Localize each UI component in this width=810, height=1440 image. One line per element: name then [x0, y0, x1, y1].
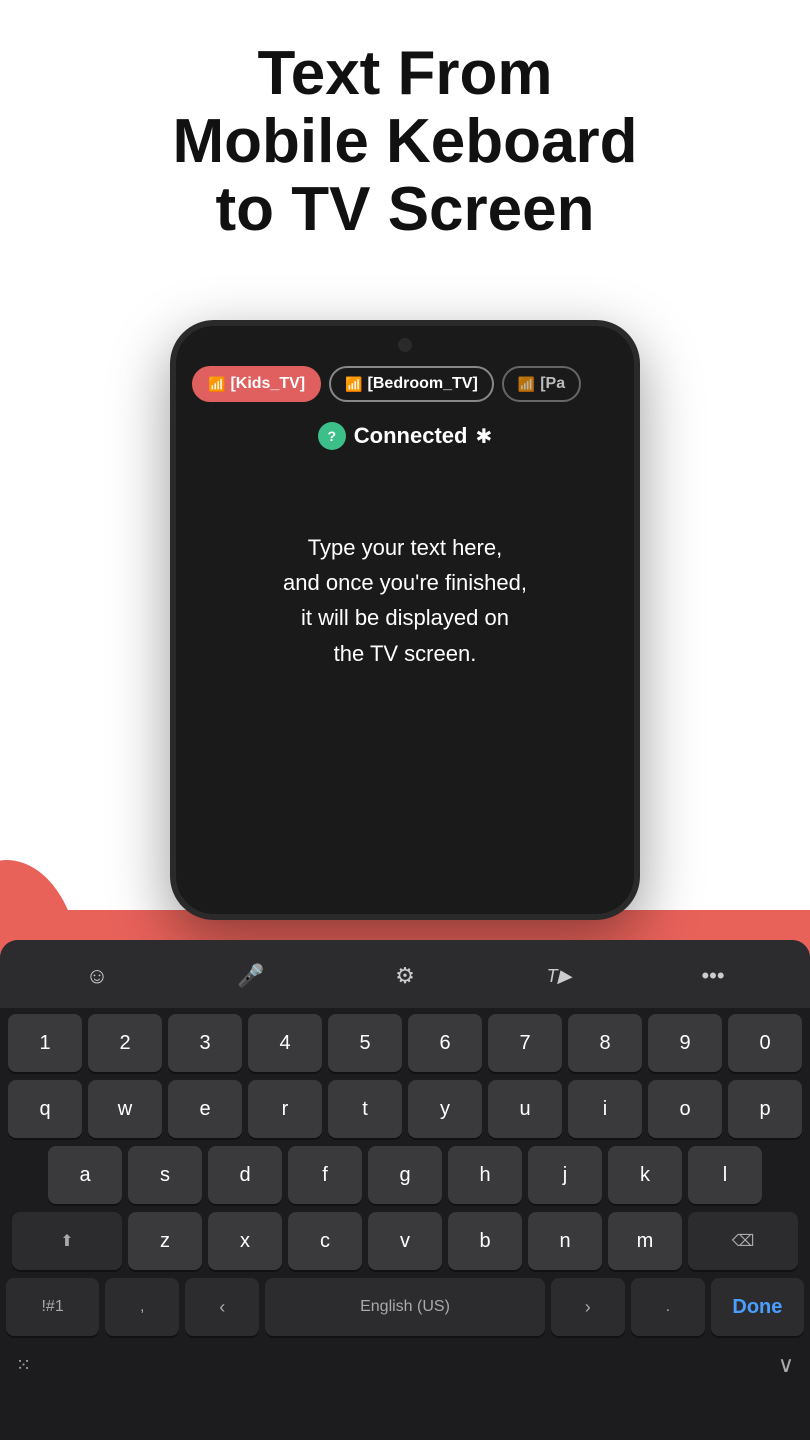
key-h[interactable]: h [448, 1146, 522, 1204]
connected-indicator: ? [318, 422, 346, 450]
backspace-key[interactable]: ⌫ [688, 1212, 798, 1270]
keyboard-toolbar: ☺ 🎤 ⚙ T▶ ••• [0, 940, 810, 1008]
keyboard: ☺ 🎤 ⚙ T▶ ••• 1 2 3 4 5 6 7 8 9 0 q w e r… [0, 940, 810, 1440]
key-1[interactable]: 1 [8, 1014, 82, 1072]
key-b[interactable]: b [448, 1212, 522, 1270]
key-d[interactable]: d [208, 1146, 282, 1204]
key-y[interactable]: y [408, 1080, 482, 1138]
key-p[interactable]: p [728, 1080, 802, 1138]
shift-key[interactable]: ⬆ [12, 1212, 122, 1270]
tab-partial-tv-label: [Pa [540, 375, 565, 393]
wifi-icon-partial: 📶 [518, 376, 535, 393]
text-style-button[interactable]: T▶ [537, 954, 581, 998]
key-v[interactable]: v [368, 1212, 442, 1270]
key-j[interactable]: j [528, 1146, 602, 1204]
grid-icon[interactable]: ⁙ [16, 1355, 31, 1376]
key-q[interactable]: q [8, 1080, 82, 1138]
key-a[interactable]: a [48, 1146, 122, 1204]
key-i[interactable]: i [568, 1080, 642, 1138]
settings-button[interactable]: ⚙ [383, 954, 427, 998]
key-5[interactable]: 5 [328, 1014, 402, 1072]
key-r[interactable]: r [248, 1080, 322, 1138]
key-0[interactable]: 0 [728, 1014, 802, 1072]
key-e[interactable]: e [168, 1080, 242, 1138]
chevron-right-key[interactable]: › [551, 1278, 625, 1336]
chevron-left-key[interactable]: ‹ [185, 1278, 259, 1336]
key-f[interactable]: f [288, 1146, 362, 1204]
tab-partial-tv[interactable]: 📶 [Pa [502, 366, 581, 402]
key-4[interactable]: 4 [248, 1014, 322, 1072]
key-c[interactable]: c [288, 1212, 362, 1270]
connected-label: Connected [354, 423, 468, 449]
phone-body-text: Type your text here, and once you're fin… [176, 470, 634, 671]
key-u[interactable]: u [488, 1080, 562, 1138]
key-z[interactable]: z [128, 1212, 202, 1270]
number-row: 1 2 3 4 5 6 7 8 9 0 [6, 1014, 804, 1072]
key-9[interactable]: 9 [648, 1014, 722, 1072]
asdf-row: a s d f g h j k l [6, 1146, 804, 1204]
tab-bedroom-tv[interactable]: 📶 [Bedroom_TV] [329, 366, 494, 402]
tab-kids-tv[interactable]: 📶 [Kids_TV] [192, 366, 321, 402]
zxcv-row: ⬆ z x c v b n m ⌫ [6, 1212, 804, 1270]
key-7[interactable]: 7 [488, 1014, 562, 1072]
connected-status-row: ? Connected ✱ [176, 412, 634, 470]
spacebar[interactable]: English (US) [265, 1278, 545, 1336]
bottom-row: !#1 , ‹ English (US) › . Done [6, 1278, 804, 1336]
wifi-icon-bedroom: 📶 [345, 376, 362, 393]
key-6[interactable]: 6 [408, 1014, 482, 1072]
key-g[interactable]: g [368, 1146, 442, 1204]
qwerty-row: q w e r t y u i o p [6, 1080, 804, 1138]
key-x[interactable]: x [208, 1212, 282, 1270]
key-s[interactable]: s [128, 1146, 202, 1204]
key-m[interactable]: m [608, 1212, 682, 1270]
more-button[interactable]: ••• [691, 954, 735, 998]
key-n[interactable]: n [528, 1212, 602, 1270]
bluetooth-icon: ✱ [475, 424, 492, 449]
key-w[interactable]: w [88, 1080, 162, 1138]
tab-kids-tv-label: [Kids_TV] [230, 375, 305, 393]
wifi-icon-kids: 📶 [208, 376, 225, 393]
keyboard-bottom-bar: ⁙ ∨ [0, 1344, 810, 1388]
key-k[interactable]: k [608, 1146, 682, 1204]
key-8[interactable]: 8 [568, 1014, 642, 1072]
key-t[interactable]: t [328, 1080, 402, 1138]
key-2[interactable]: 2 [88, 1014, 162, 1072]
key-3[interactable]: 3 [168, 1014, 242, 1072]
comma-key[interactable]: , [105, 1278, 179, 1336]
tab-bedroom-tv-label: [Bedroom_TV] [368, 375, 478, 393]
emoji-button[interactable]: ☺ [75, 954, 119, 998]
period-key[interactable]: . [631, 1278, 705, 1336]
symbols-key[interactable]: !#1 [6, 1278, 99, 1336]
keyboard-body: 1 2 3 4 5 6 7 8 9 0 q w e r t y u i o p … [0, 1008, 810, 1336]
key-o[interactable]: o [648, 1080, 722, 1138]
key-l[interactable]: l [688, 1146, 762, 1204]
header-title: Text From Mobile Keboard to TV Screen [0, 0, 810, 265]
mic-button[interactable]: 🎤 [229, 954, 273, 998]
phone-camera [398, 338, 412, 352]
hide-keyboard-icon[interactable]: ∨ [778, 1352, 794, 1378]
phone-mockup: 📶 [Kids_TV] 📶 [Bedroom_TV] 📶 [Pa ? Conne… [170, 320, 640, 920]
done-key[interactable]: Done [711, 1278, 804, 1336]
